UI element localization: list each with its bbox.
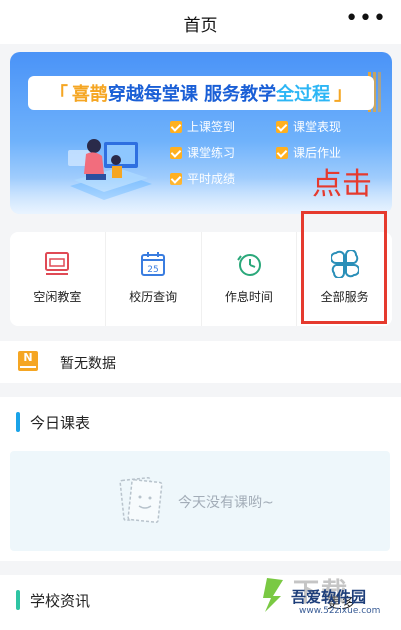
check-icon (170, 146, 182, 159)
service-label: 校历查询 (129, 290, 178, 304)
notice-text: 暂无数据 (60, 356, 116, 372)
today-schedule-section: 今日课表 今天没有课哟~ (0, 397, 401, 561)
click-annotation-box (301, 211, 387, 324)
empty-schedule-box: 今天没有课哟~ (10, 451, 390, 551)
feature-item: 上课签到 (170, 118, 235, 135)
section-header: 学校资讯 (16, 590, 90, 610)
check-icon (276, 146, 288, 159)
section-header: 今日课表 (16, 412, 90, 432)
headline-brand: 喜鹊 (71, 84, 108, 105)
headline-highlight: 全过程 (276, 84, 331, 105)
watermark-url: www.52zixue.com (299, 606, 381, 616)
service-label: 空闲教室 (33, 290, 82, 304)
check-icon (170, 120, 182, 133)
feature-item: 课后作业 (276, 144, 341, 161)
watermark-name: 吾爱软件园 (291, 588, 367, 606)
calendar-icon: 25 (141, 252, 166, 276)
section-accent-bar (16, 412, 20, 432)
service-free-classroom[interactable]: 空闲教室 (10, 232, 106, 326)
notice-bar[interactable]: N 暂无数据 (0, 341, 401, 383)
check-icon (276, 120, 288, 133)
section-accent-bar (16, 590, 20, 610)
empty-face-icon (119, 476, 163, 524)
headline-main: 穿越每堂课 服务教学 (107, 84, 277, 105)
empty-schedule-text: 今天没有课哟~ (178, 495, 274, 511)
more-menu-button[interactable]: ••• (345, 8, 387, 30)
click-annotation-text: 点击 (312, 167, 372, 202)
svg-text:25: 25 (147, 265, 158, 275)
top-bar: 首页 ••• (0, 0, 401, 44)
service-label: 作息时间 (224, 290, 273, 304)
page-title: 首页 (183, 16, 218, 36)
section-title: 学校资讯 (30, 591, 91, 610)
service-schedule-time[interactable]: 作息时间 (202, 232, 298, 326)
banner-headline: 「 喜鹊 穿越每堂课 服务教学 全过程 」 (28, 76, 374, 110)
classroom-icon (45, 252, 70, 275)
service-calendar[interactable]: 25 校历查询 (106, 232, 202, 326)
notice-badge-icon: N (18, 351, 38, 371)
feature-item: 课堂练习 (170, 144, 235, 161)
site-watermark: 下载 吾爱软件园 www.52zixue.com (255, 566, 395, 626)
watermark-logo-icon (263, 578, 283, 612)
feature-item: 课堂表现 (276, 118, 341, 135)
section-title: 今日课表 (30, 413, 91, 432)
clock-icon (237, 254, 261, 276)
